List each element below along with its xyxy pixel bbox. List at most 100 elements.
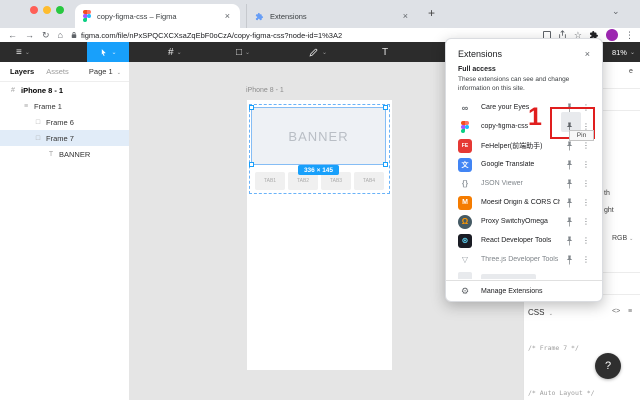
chevron-down-icon: ⌄ [322, 49, 327, 56]
extension-menu-icon[interactable]: ⋮ [580, 198, 592, 207]
pin-button[interactable] [560, 194, 578, 212]
list-view-icon[interactable]: ≡ [628, 308, 632, 315]
manage-extensions-button[interactable]: ⚙ Manage Extensions [446, 281, 602, 302]
text-tool-button[interactable]: T [382, 42, 388, 62]
css-section-title: CSS [528, 308, 544, 317]
move-tool-button[interactable]: ⌄ [87, 42, 129, 62]
chevron-down-icon: ⌄ [630, 49, 635, 56]
extension-menu-icon[interactable]: ⋮ [580, 255, 592, 264]
tab-figma-title: copy-figma-css – Figma [97, 12, 223, 21]
css-comment: /* Auto Layout */ [528, 389, 595, 397]
tab-layers[interactable]: Layers [10, 67, 34, 76]
extension-menu-icon[interactable]: ⋮ [580, 141, 592, 150]
extension-menu-icon[interactable]: ⋮ [580, 236, 592, 245]
auto-layout-icon: ≡ [21, 103, 31, 110]
tab1-element[interactable]: TAB1 [255, 172, 285, 190]
forward-icon[interactable]: → [25, 30, 34, 40]
extension-name: React Developer Tools [481, 237, 560, 244]
extension-name: Care your Eyes [481, 104, 560, 111]
shape-tool-button[interactable]: □ ⌄ [236, 42, 250, 62]
zoom-level-control[interactable]: 81% ⌄ [612, 42, 635, 62]
extension-row-threejs-devtools[interactable]: ▽ Three.js Developer Tools ⋮ [446, 250, 602, 269]
pin-button[interactable] [560, 251, 578, 269]
page-selector[interactable]: Page 1 ⌄ [89, 67, 121, 76]
reload-icon[interactable]: ↻ [42, 30, 50, 41]
main-menu-button[interactable]: ≡ ⌄ [16, 42, 30, 62]
chevron-down-icon: ⌄ [245, 49, 250, 56]
json-viewer-icon: {} [458, 177, 472, 191]
frame-icon: □ [33, 135, 43, 142]
selection-handle[interactable] [383, 105, 388, 110]
frame-title-label[interactable]: iPhone 8 - 1 [246, 87, 284, 94]
pen-tool-button[interactable]: ⌄ [308, 42, 327, 62]
extension-row-google-translate[interactable]: 文 Google Translate ⋮ [446, 155, 602, 174]
extension-row-react-devtools[interactable]: ⊛ React Developer Tools ⋮ [446, 231, 602, 250]
pin-icon [565, 178, 574, 190]
chevron-down-icon: ⌄ [177, 49, 182, 56]
extension-row-moesif[interactable]: M Moesif Origin & CORS Changer ⋮ [446, 193, 602, 212]
profile-avatar[interactable] [606, 29, 618, 41]
clipped-width-label: th [604, 190, 610, 197]
color-mode-selector[interactable]: RGB ⌄ [612, 235, 633, 242]
help-button[interactable]: ? [595, 353, 621, 379]
pin-button[interactable] [560, 232, 578, 250]
close-tab-icon[interactable]: × [401, 11, 410, 21]
tab-assets[interactable]: Assets [46, 67, 69, 76]
extension-row-switchyomega[interactable]: Ω Proxy SwitchyOmega ⋮ [446, 212, 602, 231]
window-minimize-button[interactable] [43, 6, 51, 14]
layer-label: BANNER [59, 150, 90, 159]
tab4-element[interactable]: TAB4 [354, 172, 384, 190]
dimensions-badge: 336 × 145 [298, 165, 339, 175]
banner-element[interactable]: BANNER [251, 107, 386, 165]
layer-row-frame6[interactable]: □ Frame 6 [0, 114, 129, 130]
css-section-header[interactable]: CSS ⌄ [528, 308, 553, 317]
pin-icon [565, 254, 574, 266]
clipped-height-label: ght [604, 207, 614, 214]
close-icon[interactable]: × [585, 49, 590, 59]
chevron-down-icon[interactable]: ⌄ [612, 6, 620, 17]
extension-name: Proxy SwitchyOmega [481, 218, 560, 225]
google-translate-icon: 文 [458, 158, 472, 172]
layer-label: Frame 1 [34, 102, 62, 111]
frame-tool-button[interactable]: # ⌄ [168, 42, 182, 62]
extension-row-clipped [446, 269, 602, 279]
window-zoom-button[interactable] [56, 6, 64, 14]
menu-icon: ≡ [16, 47, 22, 58]
zoom-level-value: 81% [612, 48, 627, 57]
care-your-eyes-icon: ∞ [458, 101, 472, 115]
extension-menu-icon[interactable]: ⋮ [580, 217, 592, 226]
popup-title: Extensions [458, 49, 502, 59]
pin-button[interactable] [560, 175, 578, 193]
pin-button[interactable] [560, 213, 578, 231]
color-mode-label: RGB [612, 235, 627, 242]
window-close-button[interactable] [30, 6, 38, 14]
close-tab-icon[interactable]: × [223, 11, 232, 21]
extension-menu-icon[interactable]: ⋮ [580, 160, 592, 169]
browser-menu-icon[interactable]: ⋮ [625, 30, 634, 41]
pin-button[interactable] [560, 156, 578, 174]
address-field[interactable]: figma.com/file/nPxSPQCXCXsaZqEbF0oCzA/co… [71, 30, 342, 41]
new-tab-button[interactable]: + [428, 7, 435, 19]
extension-menu-icon[interactable]: ⋮ [580, 179, 592, 188]
frame-icon: □ [33, 119, 43, 126]
code-view-icon[interactable]: <> [612, 308, 620, 315]
layer-row-frame7[interactable]: □ Frame 7 [0, 130, 129, 146]
tab-extensions[interactable]: Extensions × [246, 4, 418, 28]
back-icon[interactable]: ← [8, 30, 17, 40]
selection-handle[interactable] [249, 162, 254, 167]
banner-text: BANNER [288, 129, 348, 144]
layer-row-banner[interactable]: T BANNER [0, 146, 129, 162]
layer-row-iphone[interactable]: # iPhone 8 - 1 [0, 82, 129, 98]
tab-figma[interactable]: copy-figma-css – Figma × [75, 4, 240, 28]
selection-handle[interactable] [249, 105, 254, 110]
pen-icon [308, 47, 319, 58]
clipped-text: e [629, 68, 633, 75]
extension-row-json-viewer[interactable]: {} JSON Viewer ⋮ [446, 174, 602, 193]
text-icon: T [382, 47, 388, 58]
selection-handle[interactable] [383, 162, 388, 167]
layer-row-frame1[interactable]: ≡ Frame 1 [0, 98, 129, 114]
figma-icon [458, 120, 472, 134]
url-text: figma.com/file/nPxSPQCXCXsaZqEbF0oCzA/co… [81, 31, 342, 40]
home-icon[interactable]: ⌂ [58, 30, 63, 40]
manage-extensions-label: Manage Extensions [481, 288, 542, 295]
